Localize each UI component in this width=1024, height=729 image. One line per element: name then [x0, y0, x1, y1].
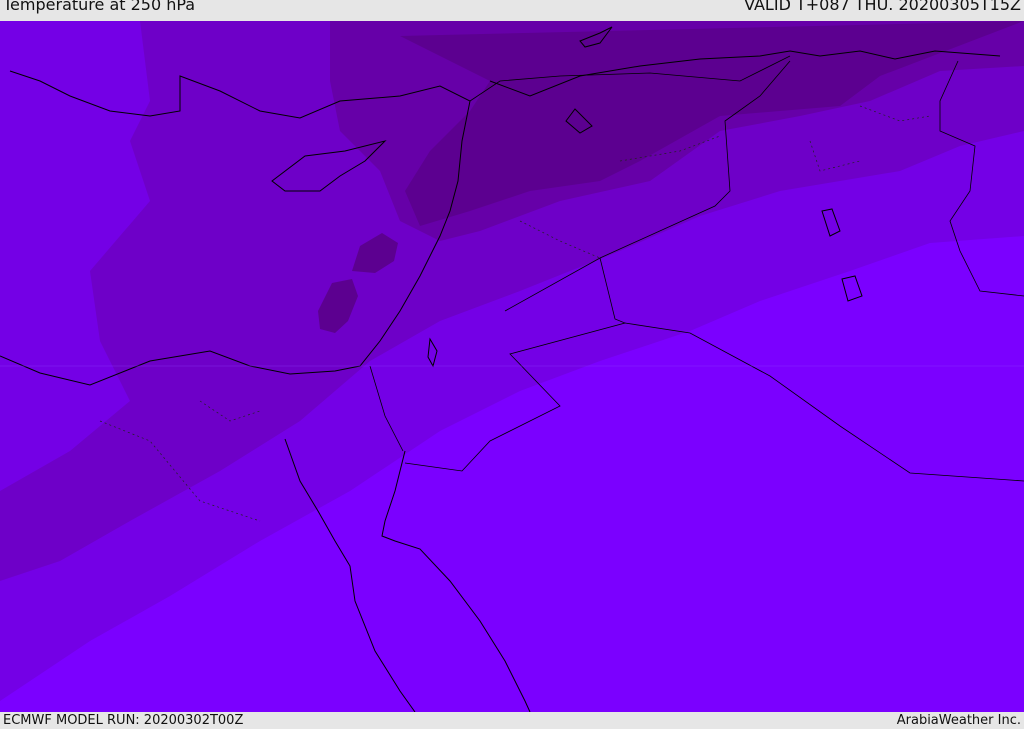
map-canvas: [0, 21, 1024, 712]
map-header: Temperature at 250 hPa VALID T+087 THU. …: [0, 0, 1024, 21]
temperature-map[interactable]: [0, 21, 1024, 712]
model-run-label: ECMWF MODEL RUN: 20200302T00Z: [3, 713, 244, 728]
valid-time-label: VALID T+087 THU. 20200305T15Z: [744, 0, 1021, 14]
credit-label: ArabiaWeather Inc.: [896, 713, 1021, 728]
map-footer: ECMWF MODEL RUN: 20200302T00Z ArabiaWeat…: [0, 712, 1024, 729]
map-title: Temperature at 250 hPa: [3, 0, 196, 14]
